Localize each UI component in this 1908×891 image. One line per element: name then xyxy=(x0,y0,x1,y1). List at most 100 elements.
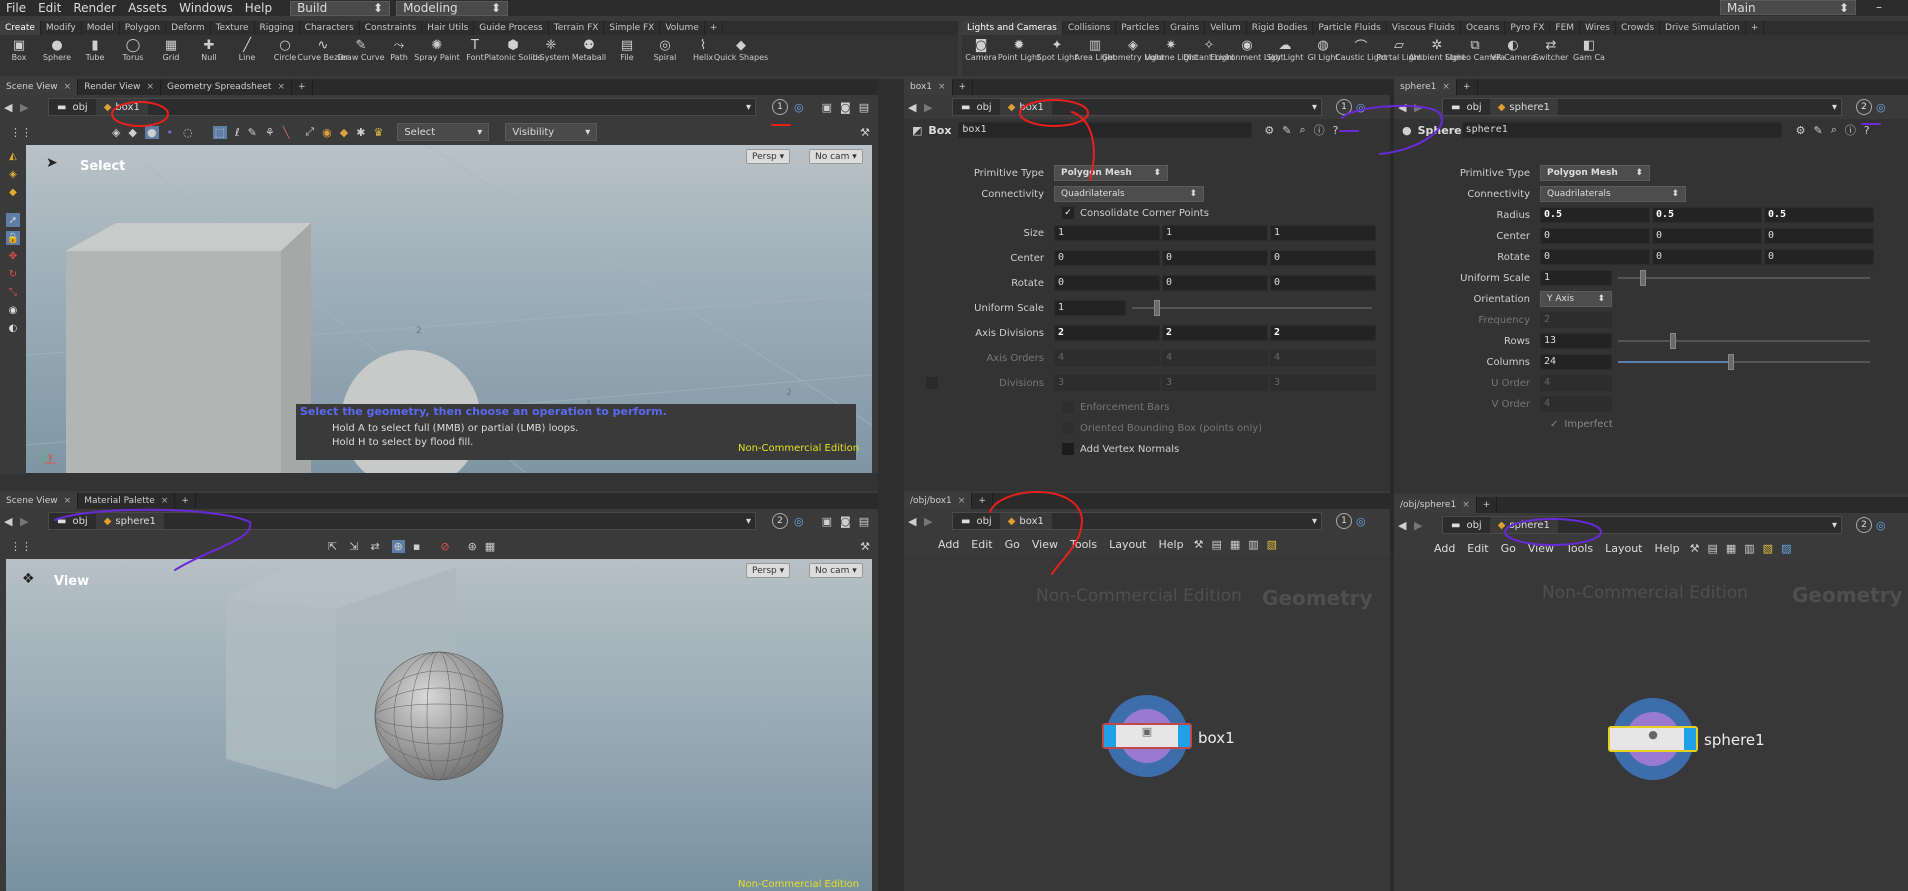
pose-icon[interactable]: ◆ xyxy=(6,185,20,199)
rotate-y-field[interactable]: 0 xyxy=(1162,275,1268,291)
sel-pattern-icon[interactable]: ✱ xyxy=(356,126,365,139)
obb-checkbox[interactable] xyxy=(1062,422,1074,434)
sticky-icon[interactable]: ▧ xyxy=(1267,538,1277,551)
sel-connected-icon[interactable]: ◆ xyxy=(340,126,348,139)
shelf-tool-geometry-light[interactable]: ◈ Geometry Light xyxy=(1102,35,1164,68)
shelf-tool-gam-ca[interactable]: ◧ Gam Ca xyxy=(1570,35,1608,68)
rotate-y-field[interactable]: 0 xyxy=(1652,249,1762,265)
node-body[interactable]: ● xyxy=(1608,726,1698,752)
radius-z-field[interactable]: 0.5 xyxy=(1764,207,1874,223)
shelf-tab-grains[interactable]: Grains xyxy=(1165,21,1206,35)
paint-select-icon[interactable]: ✎ xyxy=(248,126,257,139)
shelf-tool-torus[interactable]: ◯ Torus xyxy=(114,35,152,68)
center-y-field[interactable]: 0 xyxy=(1162,250,1268,266)
snapshot-icon[interactable]: ▤ xyxy=(859,101,869,114)
radius-y-field[interactable]: 0.5 xyxy=(1652,207,1762,223)
minimize-icon[interactable]: – xyxy=(1876,0,1882,14)
shelf-tool-portal-light[interactable]: ▱ Portal Light xyxy=(1376,35,1422,68)
shelf-tool-null[interactable]: ✚ Null xyxy=(190,35,228,68)
crumb-obj[interactable]: ▬ obj xyxy=(953,99,1000,115)
lock-icon[interactable]: 🔒 xyxy=(6,231,20,245)
crumb-box1[interactable]: ◆ box1 xyxy=(999,513,1052,529)
view-icon[interactable]: ◉ xyxy=(6,303,20,317)
shelf-tab-deform[interactable]: Deform xyxy=(166,21,211,35)
shelf-tool-file[interactable]: ▤ File xyxy=(608,35,646,68)
grid-view-icon[interactable]: ▦ xyxy=(1230,538,1240,551)
center-z-field[interactable]: 0 xyxy=(1764,228,1874,244)
shelf-tool-box[interactable]: ▣ Box xyxy=(0,35,38,68)
add-tab-icon[interactable]: + xyxy=(1477,497,1498,513)
move-icon[interactable]: ◈ xyxy=(6,167,20,181)
primitive-type-menu[interactable]: Polygon Mesh ⬍ xyxy=(1540,165,1650,181)
tree-view-icon[interactable]: ▥ xyxy=(1248,538,1258,551)
chevron-down-icon[interactable]: ▾ xyxy=(1832,520,1837,531)
axisdiv-z-field[interactable]: 2 xyxy=(1270,325,1376,341)
shelf-tab-hair-utils[interactable]: Hair Utils xyxy=(422,21,475,35)
render-region-icon[interactable]: ▦ xyxy=(485,540,495,553)
shelf-tool-line[interactable]: ╱ Line xyxy=(228,35,266,68)
close-icon[interactable]: × xyxy=(1442,82,1450,92)
frame-icon[interactable]: ▪ xyxy=(413,540,420,553)
tools-menu-icon[interactable]: ⚒ xyxy=(860,540,870,553)
tab-scene-view[interactable]: Scene View × xyxy=(0,493,79,509)
shelf-tab-particle-fluids[interactable]: Particle Fluids xyxy=(1313,21,1387,35)
center-x-field[interactable]: 0 xyxy=(1054,250,1160,266)
shelf-tool-l-system[interactable]: ❈ L-System xyxy=(532,35,570,68)
node-box1[interactable]: ▣ xyxy=(1102,695,1192,785)
close-icon[interactable]: × xyxy=(938,82,946,92)
cam-menu[interactable]: No cam ▾ xyxy=(809,563,863,578)
image-icon[interactable]: ▨ xyxy=(1781,542,1791,555)
dolly-icon[interactable]: ⇄ xyxy=(370,540,379,553)
crumb-obj[interactable]: ▬ obj xyxy=(1443,517,1490,533)
pin-badge[interactable]: 2 xyxy=(1856,517,1872,533)
shelf-tool-sphere[interactable]: ● Sphere xyxy=(38,35,76,68)
select-mode-icon[interactable]: ◈ xyxy=(112,126,120,139)
tools-menu-icon[interactable]: ⚒ xyxy=(860,126,870,139)
display-icon[interactable]: ▣ xyxy=(822,101,832,114)
shelf-tool-path[interactable]: ⤳ Path xyxy=(380,35,418,68)
persp-menu[interactable]: Persp ▾ xyxy=(746,149,791,164)
wrench-icon[interactable]: ⚒ xyxy=(1194,538,1204,551)
crumb-sphere1[interactable]: ◆ sphere1 xyxy=(95,513,164,529)
shelf-tool-gi-light[interactable]: ◍ GI Light xyxy=(1304,35,1342,68)
back-icon[interactable]: ◀ xyxy=(1398,101,1414,114)
shelf-tab-simple-fx[interactable]: Simple FX xyxy=(604,21,661,35)
crumb-obj[interactable]: ▬ obj xyxy=(49,513,96,529)
net-menu-view[interactable]: View xyxy=(1026,538,1064,551)
sel-groups-icon[interactable]: ◉ xyxy=(322,126,332,139)
shelf-tool-platonic-solids[interactable]: ⬢ Platonic Solids xyxy=(484,35,542,68)
pin-badge[interactable]: 2 xyxy=(772,513,788,529)
uniform-scale-field[interactable]: 1 xyxy=(1054,300,1126,316)
net-menu-add[interactable]: Add xyxy=(932,538,965,551)
shelf-tab-volume[interactable]: Volume xyxy=(660,21,705,35)
columns-slider[interactable] xyxy=(1618,354,1870,370)
rotate-icon[interactable]: ⇲ xyxy=(349,540,358,553)
viewport-bottom[interactable]: ❖ View Persp ▾ No cam ▾ Non-Commercial E… xyxy=(6,559,872,891)
crumb-box1[interactable]: ◆ box1 xyxy=(999,99,1052,115)
list-view-icon[interactable]: ▤ xyxy=(1707,542,1717,555)
handle-icon[interactable]: ◭ xyxy=(6,149,20,163)
rows-slider[interactable] xyxy=(1618,333,1870,349)
select-tool-icon[interactable]: ⤢ xyxy=(305,125,314,139)
wrench-icon[interactable]: ⚒ xyxy=(1690,542,1700,555)
menu-file[interactable]: File xyxy=(0,1,32,15)
link-icon[interactable]: ◎ xyxy=(794,515,804,528)
crumb-sphere1[interactable]: ◆ sphere1 xyxy=(1489,99,1558,115)
shelf-tool-environment-light[interactable]: ◉ Environment Light xyxy=(1210,35,1284,68)
rotate-z-field[interactable]: 0 xyxy=(1764,249,1874,265)
tab-geometry-spreadsheet[interactable]: Geometry Spreadsheet × xyxy=(161,79,293,95)
add-tab-icon[interactable]: + xyxy=(972,493,993,509)
menu-edit[interactable]: Edit xyxy=(32,1,67,15)
path-field[interactable]: ▬ obj ◆ box1 ▾ xyxy=(952,98,1322,116)
rotate-z-field[interactable]: 0 xyxy=(1270,275,1376,291)
back-icon[interactable]: ◀ xyxy=(908,101,924,114)
snapshot-icon[interactable]: ▤ xyxy=(859,515,869,528)
rotate-x-field[interactable]: 0 xyxy=(1540,249,1650,265)
display-icon[interactable]: ▣ xyxy=(822,515,832,528)
edge-icon[interactable]: • xyxy=(167,126,174,139)
grid-view-icon[interactable]: ▦ xyxy=(1726,542,1736,555)
columns-field[interactable]: 24 xyxy=(1540,354,1612,370)
menu-help[interactable]: Help xyxy=(239,1,278,15)
divisions-toggle[interactable] xyxy=(926,377,938,389)
select-dropdown[interactable]: Select ▾ xyxy=(397,123,490,141)
